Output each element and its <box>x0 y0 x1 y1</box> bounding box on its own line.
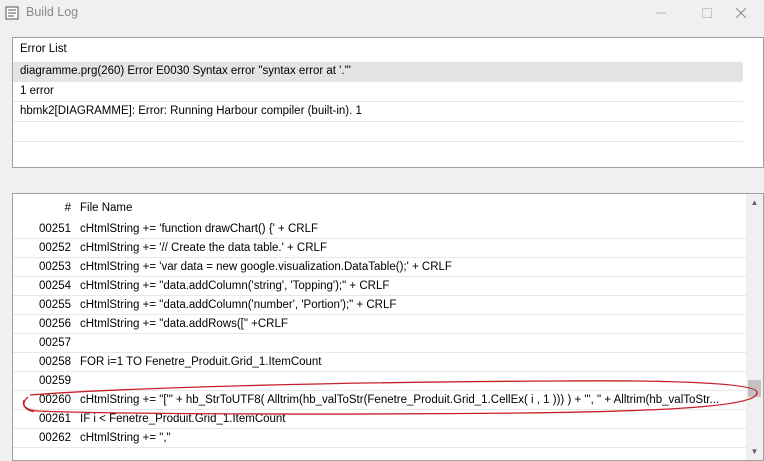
minimize-button[interactable] <box>638 0 684 26</box>
log-line-text: FOR i=1 TO Fenetre_Produit.Grid_1.ItemCo… <box>80 356 322 368</box>
log-line-text: cHtmlString += "['" + hb_StrToUTF8( Allt… <box>80 394 720 406</box>
app-icon <box>5 6 19 20</box>
log-line-number: 00259 <box>39 375 71 387</box>
log-line-number: 00260 <box>39 394 71 406</box>
log-row[interactable]: 00253 cHtmlString += 'var data = new goog… <box>13 258 747 277</box>
log-line-text: cHtmlString += 'function drawChart() {' … <box>80 223 318 235</box>
log-row[interactable]: 00255 cHtmlString += "data.addColumn('num… <box>13 296 747 315</box>
error-row[interactable]: 1 error <box>13 82 743 102</box>
maximize-icon <box>702 8 712 18</box>
log-line-number: 00257 <box>39 337 71 349</box>
log-row[interactable]: 00262 cHtmlString += "," <box>13 429 747 448</box>
log-line-number: 00254 <box>39 280 71 292</box>
scroll-up-button[interactable]: ▲ <box>746 194 763 211</box>
scroll-down-button[interactable]: ▼ <box>746 443 763 460</box>
error-row-text: diagramme.prg(260) Error E0030 Syntax er… <box>20 65 351 77</box>
error-row[interactable]: hbmk2[DIAGRAMME]: Error: Running Harbour… <box>13 102 743 122</box>
log-line-text: cHtmlString += "data.addColumn('string',… <box>80 280 390 292</box>
log-row[interactable]: 00261 IF i < Fenetre_Produit.Grid_1.ItemC… <box>13 410 747 429</box>
log-line-number: 00253 <box>39 261 71 273</box>
log-line-number: 00261 <box>39 413 71 425</box>
log-row[interactable]: 00258 FOR i=1 TO Fenetre_Produit.Grid_1.I… <box>13 353 747 372</box>
window-title: Build Log <box>26 5 79 19</box>
vertical-scrollbar[interactable]: ▲ ▼ <box>746 194 763 460</box>
log-line-number: 00258 <box>39 356 71 368</box>
column-header-number[interactable]: # <box>13 202 71 214</box>
log-line-number: 00251 <box>39 223 71 235</box>
close-icon <box>736 8 746 18</box>
error-row[interactable]: diagramme.prg(260) Error E0030 Syntax er… <box>13 62 743 82</box>
log-row[interactable]: 00259 <box>13 372 747 391</box>
chevron-up-icon: ▲ <box>750 198 759 207</box>
build-log-panel: # File Name 00251 cHtmlString += 'functio… <box>12 193 764 461</box>
log-row[interactable]: 00254 cHtmlString += "data.addColumn('str… <box>13 277 747 296</box>
error-row-text: 1 error <box>20 85 54 97</box>
error-row-empty <box>13 122 743 142</box>
error-list-header: Error List <box>20 43 67 55</box>
log-row[interactable]: 00252 cHtmlString += '// Create the data … <box>13 239 747 258</box>
scroll-thumb[interactable] <box>748 380 761 397</box>
log-line-text: cHtmlString += "," <box>80 432 171 444</box>
log-line-text: cHtmlString += "data.addRows([" +CRLF <box>80 318 288 330</box>
log-column-header: # File Name <box>13 194 747 220</box>
column-header-file-name[interactable]: File Name <box>80 202 740 214</box>
log-line-text: cHtmlString += 'var data = new google.vi… <box>80 261 452 273</box>
error-list-panel: Error List diagramme.prg(260) Error E003… <box>12 37 764 168</box>
log-row[interactable]: 00256 cHtmlString += "data.addRows([" +CR… <box>13 315 747 334</box>
log-line-text: IF i < Fenetre_Produit.Grid_1.ItemCount <box>80 413 286 425</box>
minimize-icon <box>656 12 666 14</box>
error-row-text: hbmk2[DIAGRAMME]: Error: Running Harbour… <box>20 105 362 117</box>
log-line-number: 00255 <box>39 299 71 311</box>
chevron-down-icon: ▼ <box>750 447 759 456</box>
log-line-number: 00252 <box>39 242 71 254</box>
title-bar: Build Log <box>0 0 764 26</box>
log-line-text: cHtmlString += "data.addColumn('number',… <box>80 299 397 311</box>
log-line-number: 00262 <box>39 432 71 444</box>
log-row[interactable]: 00251 cHtmlString += 'function drawChart(… <box>13 220 747 239</box>
log-line-number: 00256 <box>39 318 71 330</box>
close-button[interactable] <box>718 0 764 26</box>
log-row[interactable]: 00257 <box>13 334 747 353</box>
log-row[interactable]: 00260 cHtmlString += "['" + hb_StrToUTF8(… <box>13 391 747 410</box>
log-line-text: cHtmlString += '// Create the data table… <box>80 242 327 254</box>
